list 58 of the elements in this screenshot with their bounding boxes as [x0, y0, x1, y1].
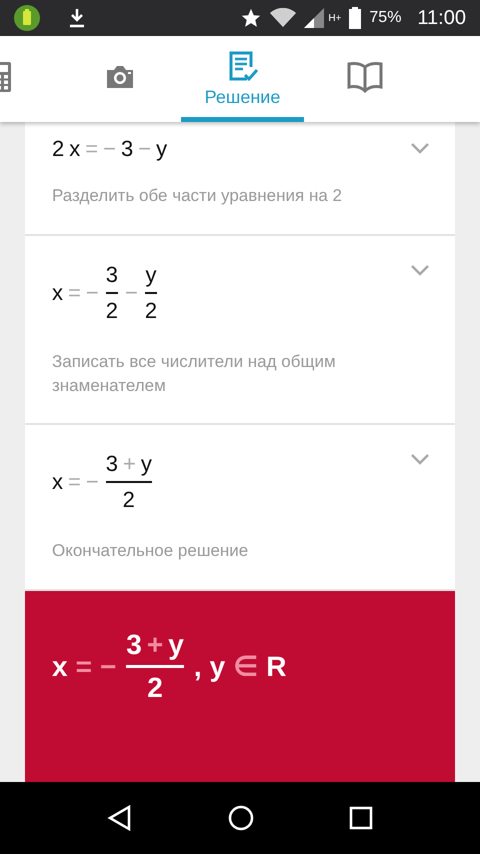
step-explanation: Записать все числители над общим знаменателем [52, 350, 337, 397]
math-term: 2 [52, 136, 64, 162]
math-term: y [140, 451, 152, 478]
math-operator: − [86, 280, 99, 306]
clock: 11:00 [417, 6, 466, 30]
math-term: 3 [106, 262, 118, 288]
math-operator: − [103, 136, 116, 162]
math-term: x [52, 280, 63, 306]
math-term: 2 [106, 298, 118, 324]
wifi-icon [270, 8, 296, 28]
math-term: x [52, 650, 68, 683]
math-term: 2 [144, 298, 158, 324]
book-icon [347, 60, 383, 92]
fraction-bar [106, 481, 152, 484]
recent-apps-icon[interactable] [348, 806, 373, 830]
math-operator: + [146, 629, 164, 662]
download-icon [68, 8, 86, 28]
math-term: R [266, 650, 287, 683]
network-type: H+ [328, 12, 342, 24]
math-term: x [69, 136, 80, 162]
math-operator: = [68, 469, 81, 496]
math-term: 2 [147, 672, 163, 704]
home-icon[interactable] [228, 805, 254, 831]
cell-signal-icon [304, 8, 326, 28]
math-operator: + [122, 451, 136, 478]
chevron-down-icon[interactable] [410, 142, 430, 154]
step-explanation: Разделить обе части уравнения на 2 [52, 185, 343, 207]
math-operator: = [76, 650, 92, 683]
math-term: y [156, 136, 168, 162]
battery-level: 75% [369, 9, 402, 27]
star-icon [240, 7, 262, 29]
math-operator: − [124, 280, 138, 306]
step-explanation: Окончательное решение [52, 540, 250, 562]
math-operator: − [100, 650, 116, 683]
math-term: y [145, 262, 156, 288]
fraction-bar [106, 292, 118, 294]
math-term: x [52, 469, 63, 496]
back-icon[interactable] [107, 805, 134, 831]
math-term: 3 [106, 451, 118, 478]
math-term: 2 [122, 487, 135, 514]
android-notification-icon [14, 5, 40, 31]
fraction-bar [144, 292, 158, 294]
battery-icon [349, 7, 362, 29]
math-operator: ∈ [233, 650, 258, 684]
math-operator: − [138, 136, 152, 162]
math-term: , [194, 650, 202, 683]
fraction-bar [126, 665, 184, 668]
math-operator: − [86, 469, 99, 496]
checklist-icon [226, 51, 258, 83]
chevron-down-icon[interactable] [410, 264, 430, 276]
math-term: 3 [120, 136, 134, 162]
math-term: 3 [126, 629, 142, 662]
math-term: y [210, 650, 226, 683]
camera-icon [105, 64, 135, 90]
math-term: y [168, 629, 184, 662]
chevron-down-icon[interactable] [410, 453, 430, 466]
math-operator: = [68, 280, 81, 306]
math-operator: = [85, 136, 98, 162]
